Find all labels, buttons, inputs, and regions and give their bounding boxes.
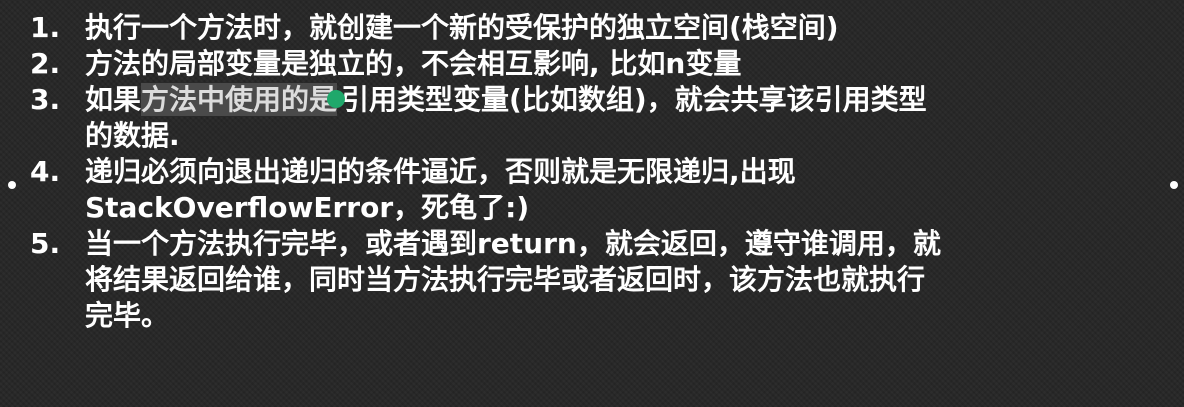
item-text: 方法的局部变量是独立的，不会相互影响, 比如n变量 (85, 47, 742, 80)
item-text: 执行一个方法时，就创建一个新的受保护的独立空间(栈空间) (85, 11, 839, 44)
slide: 1. 执行一个方法时，就创建一个新的受保护的独立空间(栈空间) 2. 方法的局部… (0, 0, 1184, 407)
item-text-line-1: 当一个方法执行完毕，或者遇到return，就会返回，遵守谁调用，就 (85, 227, 941, 260)
pointer-cursor-icon (327, 90, 346, 108)
item-number: 1. (30, 11, 61, 44)
item-number: 5. (30, 227, 61, 260)
item-text-line-1: 递归必须向退出递归的条件逼近，否则就是无限递归,出现 (85, 155, 796, 188)
item-text-line-1: 如果方法中使用的是 引用类型变量(比如数组)，就会共享该引用类型 (85, 82, 1170, 118)
item-number: 2. (30, 47, 61, 80)
item-number: 4. (30, 155, 61, 188)
text-selection-highlight[interactable]: 方法中使用的是 (141, 83, 338, 116)
list-item-5: 5. 当一个方法执行完毕，或者遇到return，就会返回，遵守谁调用，就 将结果… (30, 226, 1170, 334)
list-item-1: 1. 执行一个方法时，就创建一个新的受保护的独立空间(栈空间) (30, 10, 1170, 46)
rule-list: 1. 执行一个方法时，就创建一个新的受保护的独立空间(栈空间) 2. 方法的局部… (30, 10, 1170, 334)
list-item-4: 4. 递归必须向退出递归的条件逼近，否则就是无限递归,出现 StackOverf… (30, 154, 1170, 226)
item-text-line-3: 完毕。 (85, 299, 170, 332)
item-text-line-2: 将结果返回给谁，同时当方法执行完毕或者返回时，该方法也就执行 (85, 263, 926, 296)
left-edge-dot (8, 181, 16, 189)
list-item-3: 3. 如果方法中使用的是 引用类型变量(比如数组)，就会共享该引用类型 的数据. (30, 82, 1170, 154)
text-segment: 引用类型变量(比如数组)，就会共享该引用类型 (341, 83, 927, 116)
item-number: 3. (30, 83, 61, 116)
text-segment: 如果 (85, 83, 142, 116)
item-text-line-2: StackOverflowError，死龟了:) (85, 191, 530, 224)
list-item-2: 2. 方法的局部变量是独立的，不会相互影响, 比如n变量 (30, 46, 1170, 82)
right-edge-dot (1170, 181, 1178, 189)
item-text-line-2: 的数据. (85, 119, 180, 152)
